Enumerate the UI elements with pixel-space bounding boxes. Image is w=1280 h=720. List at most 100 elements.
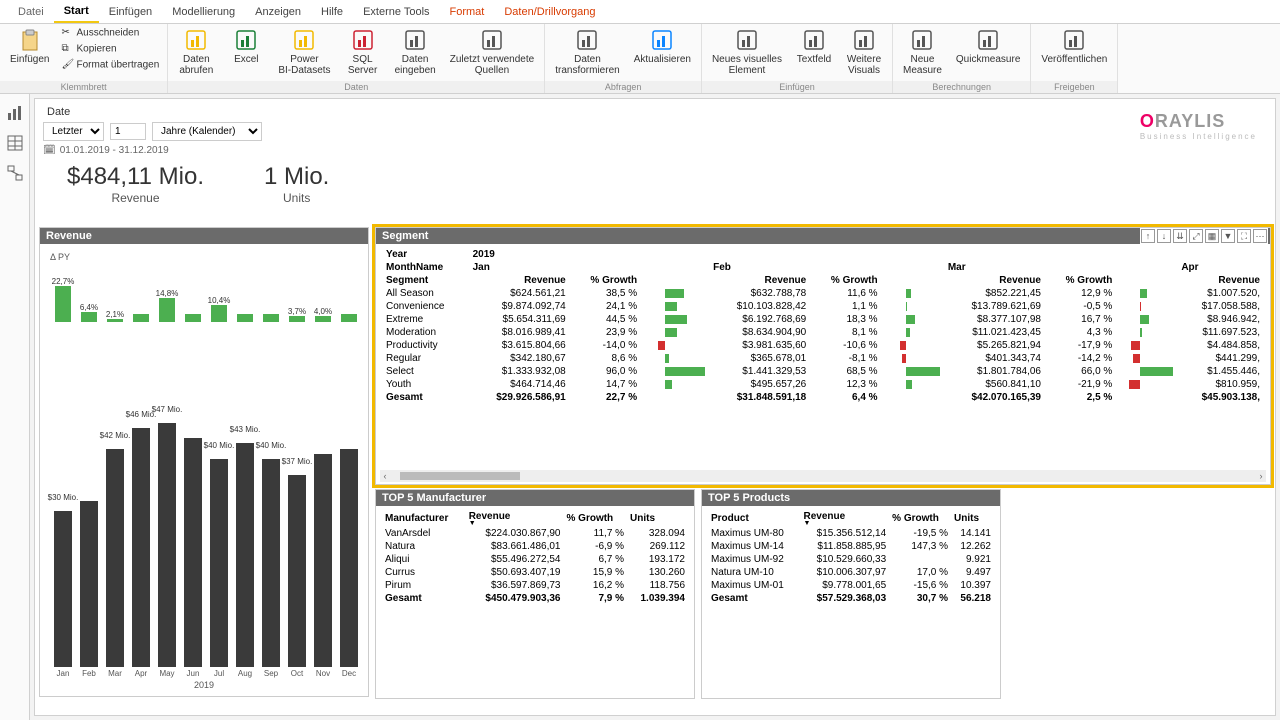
top5p-title: TOP 5 Products (702, 490, 1000, 506)
date-unit-select[interactable]: Jahre (Kalender) (152, 122, 262, 141)
ribbon-tabs: Datei StartEinfügenModellierungAnzeigenH… (0, 0, 1280, 24)
report-view-icon[interactable] (6, 104, 24, 122)
quickmeasure-button[interactable]: Quickmeasure (952, 26, 1024, 67)
growth-bar: 4,0% (312, 307, 334, 322)
switch-icon[interactable]: ▦ (1205, 229, 1219, 243)
xaxis-label: Oct (286, 669, 308, 678)
data-view-icon[interactable] (6, 134, 24, 152)
revenue-bar: $43 Mio. (234, 443, 256, 667)
revenue-bar: $47 Mio. (156, 423, 178, 667)
growth-bar: 6,4% (78, 303, 100, 322)
revenue-bar: $46 Mio. (130, 428, 152, 667)
date-filter-title: Date (43, 106, 262, 118)
neuesvisuelles-button[interactable]: Neues visuellesElement (708, 26, 786, 78)
copy-button[interactable]: ⧉Kopieren (59, 42, 161, 56)
tab-format[interactable]: Format (440, 2, 495, 22)
revenue-bar (338, 449, 360, 667)
focus-icon[interactable]: ⛶ (1237, 229, 1251, 243)
segment-title: Segment (376, 228, 1270, 244)
revenue-bar (182, 438, 204, 667)
kpi-revenue: $484,11 Mio.Revenue (67, 163, 204, 205)
top5-manufacturer[interactable]: TOP 5 Manufacturer ManufacturerRevenue▼%… (375, 489, 695, 699)
growth-bar: 14,8% (156, 289, 178, 322)
tab-externetools[interactable]: Externe Tools (353, 2, 439, 22)
tab-datendrillvorgang[interactable]: Daten/Drillvorgang (494, 2, 605, 22)
xaxis-label: Sep (260, 669, 282, 678)
format-painter-button[interactable]: 🖌Format übertragen (59, 58, 161, 72)
xaxis-label: Jun (182, 669, 204, 678)
date-mode-select[interactable]: Letzter (43, 122, 104, 141)
report-canvas: Date Letzter Jahre (Kalender) 🗓 01.01.201… (34, 98, 1276, 716)
growth-bar (260, 314, 282, 322)
sql-button[interactable]: SQLServer (341, 26, 385, 78)
top5-products[interactable]: TOP 5 Products ProductRevenue▼% GrowthUn… (701, 489, 1001, 699)
daten-button[interactable]: Dateneingeben (391, 26, 440, 78)
group-data-label: Daten (168, 81, 544, 93)
daten-button[interactable]: Datenabrufen (174, 26, 218, 78)
calendar-icon: 🗓 (43, 145, 56, 156)
revenue-bar: $40 Mio. (208, 459, 230, 667)
ribbon: Einfügen ✂Ausschneiden ⧉Kopieren 🖌Format… (0, 24, 1280, 94)
xaxis-label: Aug (234, 669, 256, 678)
date-range-text: 01.01.2019 - 31.12.2019 (60, 145, 169, 156)
model-view-icon[interactable] (6, 164, 24, 182)
power-button[interactable]: PowerBI-Datasets (274, 26, 334, 78)
drill-next-icon[interactable]: ⇊ (1173, 229, 1187, 243)
verffentlichen-button[interactable]: Veröffentlichen (1037, 26, 1111, 67)
growth-bar: 2,1% (104, 310, 126, 322)
xaxis-label: Mar (104, 669, 126, 678)
textfeld-button[interactable]: Textfeld (792, 26, 836, 67)
more-icon[interactable]: ⋯ (1253, 229, 1267, 243)
visual-toolbar: ↑ ↓ ⇊ ⤢ ▦ ▼ ⛶ ⋯ (1140, 228, 1268, 244)
xaxis-label: Apr (130, 669, 152, 678)
growth-bar: 22,7% (52, 277, 74, 322)
group-clipboard-label: Klemmbrett (0, 81, 167, 93)
revenue-bar: $37 Mio. (286, 475, 308, 667)
drill-up-icon[interactable]: ↑ (1141, 229, 1155, 243)
date-count-input[interactable] (110, 123, 146, 140)
filter-icon[interactable]: ▼ (1221, 229, 1235, 243)
tab-einfgen[interactable]: Einfügen (99, 2, 162, 22)
date-filter: Date Letzter Jahre (Kalender) 🗓 01.01.201… (43, 103, 1267, 159)
excel-button[interactable]: Excel (224, 26, 268, 67)
growth-bar (182, 314, 204, 322)
zuletztverwendete-button[interactable]: Zuletzt verwendeteQuellen (446, 26, 539, 78)
horizontal-scrollbar[interactable]: ‹› (380, 470, 1266, 482)
tab-hilfe[interactable]: Hilfe (311, 2, 353, 22)
revenue-chart[interactable]: Revenue Δ PY 22,7%6,4%2,1%14,8%10,4%3,7%… (39, 227, 369, 697)
group-calc-label: Berechnungen (893, 81, 1030, 93)
group-share-label: Freigeben (1031, 81, 1117, 93)
revenue-bar (312, 454, 334, 667)
group-insert-label: Einfügen (702, 81, 892, 93)
xaxis-label: Nov (312, 669, 334, 678)
aktualisieren-button[interactable]: Aktualisieren (630, 26, 695, 67)
segment-matrix[interactable]: Segment ↑ ↓ ⇊ ⤢ ▦ ▼ ⛶ ⋯ Year2019MonthNam… (375, 227, 1271, 485)
growth-bar: 10,4% (208, 296, 230, 322)
cut-button[interactable]: ✂Ausschneiden (59, 26, 161, 40)
growth-bar (234, 314, 256, 322)
group-queries-label: Abfragen (545, 81, 701, 93)
view-rail (0, 94, 30, 720)
revenue-chart-title: Revenue (40, 228, 368, 244)
drill-down-icon[interactable]: ↓ (1157, 229, 1171, 243)
neue-button[interactable]: NeueMeasure (899, 26, 946, 78)
tab-anzeigen[interactable]: Anzeigen (245, 2, 311, 22)
weitere-button[interactable]: WeitereVisuals (842, 26, 886, 78)
paste-button[interactable]: Einfügen (6, 26, 53, 67)
kpi-units: 1 Mio.Units (264, 163, 329, 205)
xaxis-label: Jan (52, 669, 74, 678)
xaxis-label: Jul (208, 669, 230, 678)
revenue-bar: $42 Mio. (104, 449, 126, 667)
brand-logo: ORAYLISBusiness Intelligence (1140, 111, 1257, 141)
revenue-bar (78, 501, 100, 667)
growth-bar (338, 314, 360, 322)
revenue-bar: $40 Mio. (260, 459, 282, 667)
growth-bar (130, 314, 152, 322)
tab-modellierung[interactable]: Modellierung (162, 2, 245, 22)
xaxis-label: May (156, 669, 178, 678)
daten-button[interactable]: Datentransformieren (551, 26, 623, 78)
expand-icon[interactable]: ⤢ (1189, 229, 1203, 243)
tab-start[interactable]: Start (54, 1, 99, 23)
tab-file[interactable]: Datei (8, 2, 54, 22)
xaxis-label: Dec (338, 669, 360, 678)
